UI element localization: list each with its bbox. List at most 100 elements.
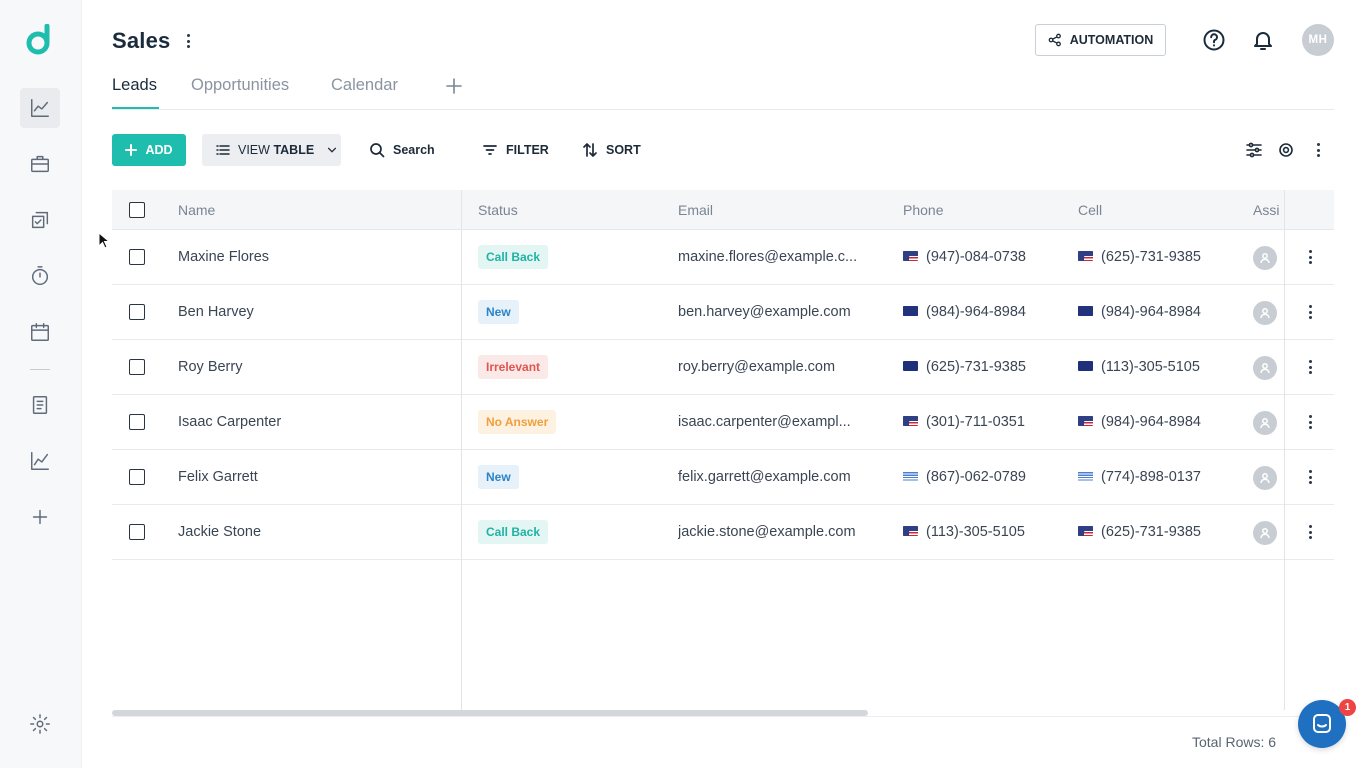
assignee-avatar-icon[interactable] bbox=[1253, 411, 1277, 435]
status-badge[interactable]: New bbox=[478, 300, 519, 324]
lead-email[interactable]: maxine.flores@example.c... bbox=[678, 249, 883, 265]
bell-icon[interactable] bbox=[1251, 28, 1275, 52]
app-logo[interactable] bbox=[25, 23, 55, 56]
table-row[interactable]: Roy Berry Irrelevant roy.berry@example.com… bbox=[112, 340, 1334, 395]
tab-calendar[interactable]: Calendar bbox=[331, 76, 398, 95]
filter-button[interactable]: FILTER bbox=[482, 134, 549, 166]
assignee-avatar-icon[interactable] bbox=[1253, 466, 1277, 490]
user-avatar[interactable]: MH bbox=[1302, 24, 1334, 56]
row-checkbox[interactable] bbox=[129, 359, 145, 375]
lead-phone: (301)-711-0351 bbox=[926, 414, 1025, 430]
lead-name[interactable]: Maxine Flores bbox=[178, 249, 448, 265]
table-row[interactable]: Felix Garrett New felix.garrett@example.co… bbox=[112, 450, 1334, 505]
lead-name[interactable]: Felix Garrett bbox=[178, 469, 448, 485]
sort-button[interactable]: SORT bbox=[582, 134, 641, 166]
row-more-icon[interactable] bbox=[1306, 249, 1314, 265]
sidebar-item-analytics[interactable] bbox=[20, 88, 60, 128]
row-checkbox[interactable] bbox=[129, 249, 145, 265]
app-root: Sales AUTOMATION MH Leads Opportunities … bbox=[0, 0, 1366, 768]
column-divider bbox=[1284, 190, 1285, 710]
lead-phone: (625)-731-9385 bbox=[926, 359, 1026, 375]
lead-phone-cell[interactable]: (301)-711-0351 bbox=[903, 414, 1068, 430]
sidebar-item-settings[interactable] bbox=[20, 704, 60, 744]
lead-email[interactable]: jackie.stone@example.com bbox=[678, 524, 883, 540]
table-row[interactable]: Maxine Flores Call Back maxine.flores@exam… bbox=[112, 230, 1334, 285]
status-badge[interactable]: New bbox=[478, 465, 519, 489]
lead-phone-cell[interactable]: (867)-062-0789 bbox=[903, 469, 1068, 485]
add-tab-icon[interactable] bbox=[445, 77, 463, 95]
sidebar-item-tasks[interactable] bbox=[20, 200, 60, 240]
lead-cell-cell[interactable]: (113)-305-5105 bbox=[1078, 359, 1243, 375]
lead-name[interactable]: Roy Berry bbox=[178, 359, 448, 375]
lead-cell-cell[interactable]: (625)-731-9385 bbox=[1078, 249, 1243, 265]
lead-email[interactable]: felix.garrett@example.com bbox=[678, 469, 883, 485]
row-checkbox[interactable] bbox=[129, 469, 145, 485]
lead-name[interactable]: Isaac Carpenter bbox=[178, 414, 448, 430]
row-more-icon[interactable] bbox=[1306, 414, 1314, 430]
row-checkbox[interactable] bbox=[129, 524, 145, 540]
row-more-icon[interactable] bbox=[1306, 524, 1314, 540]
search-button[interactable]: Search bbox=[369, 134, 435, 166]
column-header-cell[interactable]: Cell bbox=[1078, 202, 1102, 218]
sidebar-item-calendar[interactable] bbox=[20, 312, 60, 352]
column-header-assignee[interactable]: Assi bbox=[1253, 202, 1284, 218]
column-header-phone[interactable]: Phone bbox=[903, 202, 943, 218]
table-row[interactable]: Ben Harvey New ben.harvey@example.com (984)… bbox=[112, 285, 1334, 340]
row-checkbox[interactable] bbox=[129, 414, 145, 430]
assignee-avatar-icon[interactable] bbox=[1253, 246, 1277, 270]
country-flag-icon bbox=[1078, 526, 1093, 537]
sidebar-item-notes[interactable] bbox=[20, 385, 60, 425]
assignee-avatar-icon[interactable] bbox=[1253, 301, 1277, 325]
title-more-icon[interactable] bbox=[180, 31, 196, 51]
lead-name[interactable]: Ben Harvey bbox=[178, 304, 448, 320]
sidebar-item-timer[interactable] bbox=[20, 256, 60, 296]
sidebar-item-add[interactable] bbox=[20, 497, 60, 537]
lead-cell-cell[interactable]: (984)-964-8984 bbox=[1078, 414, 1243, 430]
add-button[interactable]: ADD bbox=[112, 134, 186, 166]
country-flag-icon bbox=[903, 471, 918, 482]
column-header-status[interactable]: Status bbox=[478, 202, 518, 218]
select-all-checkbox[interactable] bbox=[129, 202, 145, 218]
row-more-icon[interactable] bbox=[1306, 304, 1314, 320]
status-badge[interactable]: No Answer bbox=[478, 410, 557, 434]
lead-cell: (113)-305-5105 bbox=[1101, 359, 1200, 375]
lead-cell-cell[interactable]: (625)-731-9385 bbox=[1078, 524, 1243, 540]
column-header-name[interactable]: Name bbox=[178, 202, 215, 218]
status-badge[interactable]: Call Back bbox=[478, 245, 549, 269]
automation-button[interactable]: AUTOMATION bbox=[1035, 24, 1166, 56]
lead-name[interactable]: Jackie Stone bbox=[178, 524, 448, 540]
row-more-icon[interactable] bbox=[1306, 359, 1314, 375]
list-icon bbox=[216, 145, 230, 155]
lead-phone-cell[interactable]: (625)-731-9385 bbox=[903, 359, 1068, 375]
table-settings-gear-icon[interactable] bbox=[1276, 140, 1296, 160]
tab-leads[interactable]: Leads bbox=[112, 76, 157, 95]
status-badge[interactable]: Irrelevant bbox=[478, 355, 549, 379]
assignee-avatar-icon[interactable] bbox=[1253, 521, 1277, 545]
row-checkbox[interactable] bbox=[129, 304, 145, 320]
lead-email[interactable]: ben.harvey@example.com bbox=[678, 304, 883, 320]
column-settings-icon[interactable] bbox=[1244, 140, 1264, 160]
lead-phone: (113)-305-5105 bbox=[926, 524, 1025, 540]
lead-cell-cell[interactable]: (774)-898-0137 bbox=[1078, 469, 1243, 485]
row-more-icon[interactable] bbox=[1306, 469, 1314, 485]
assignee-avatar-icon[interactable] bbox=[1253, 356, 1277, 380]
table-row[interactable]: Jackie Stone Call Back jackie.stone@exampl… bbox=[112, 505, 1334, 560]
sidebar-item-briefcase[interactable] bbox=[20, 144, 60, 184]
view-selector[interactable]: VIEW TABLE bbox=[202, 134, 341, 166]
lead-phone-cell[interactable]: (113)-305-5105 bbox=[903, 524, 1068, 540]
column-header-email[interactable]: Email bbox=[678, 202, 713, 218]
lead-cell-cell[interactable]: (984)-964-8984 bbox=[1078, 304, 1243, 320]
status-badge[interactable]: Call Back bbox=[478, 520, 549, 544]
calendar-icon bbox=[31, 323, 49, 341]
total-rows-count: Total Rows: 6 bbox=[1192, 734, 1277, 750]
lead-phone-cell[interactable]: (984)-964-8984 bbox=[903, 304, 1068, 320]
lead-phone-cell[interactable]: (947)-084-0738 bbox=[903, 249, 1068, 265]
toolbar-more-icon[interactable] bbox=[1308, 140, 1328, 160]
help-icon[interactable] bbox=[1202, 28, 1226, 52]
lead-email[interactable]: isaac.carpenter@exampl... bbox=[678, 414, 883, 430]
tab-opportunities[interactable]: Opportunities bbox=[191, 76, 289, 95]
lead-email[interactable]: roy.berry@example.com bbox=[678, 359, 883, 375]
lead-phone: (867)-062-0789 bbox=[926, 469, 1026, 485]
table-row[interactable]: Isaac Carpenter No Answer isaac.carpenter@… bbox=[112, 395, 1334, 450]
sidebar-item-reports[interactable] bbox=[20, 441, 60, 481]
